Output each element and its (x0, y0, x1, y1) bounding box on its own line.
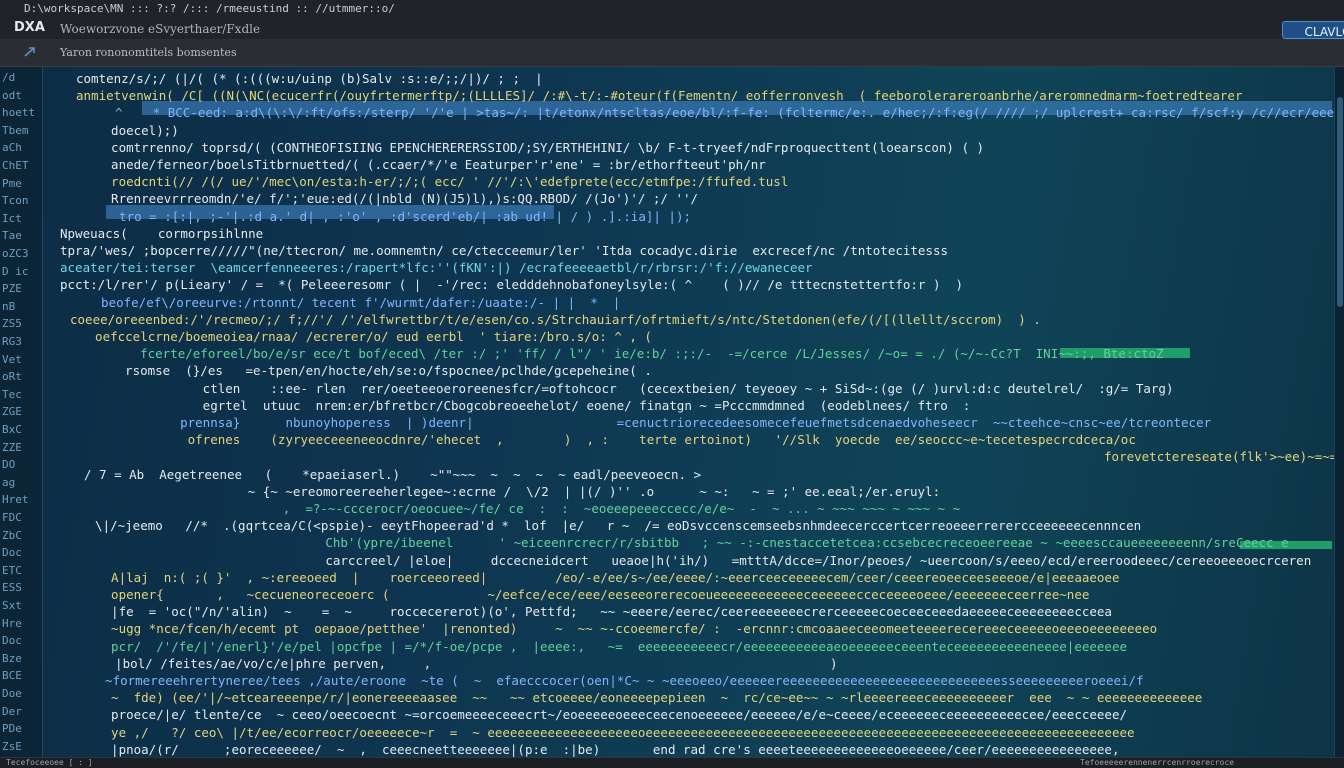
vertical-scrollbar[interactable] (1334, 67, 1344, 757)
arrow-icon[interactable] (22, 44, 38, 60)
code-line[interactable]: Rrenreevrrreomdn/'e/ f/';'eue:ed(/(|nbld… (96, 191, 698, 206)
code-line[interactable]: roedcnti(// /(/ ue/'/mec\on/esta:h-er/;/… (96, 174, 788, 189)
line-number: RG3 (2, 335, 22, 348)
code-line[interactable]: pcct:/l/rer'/ p(Lieary' / = *( Peleeeres… (60, 277, 963, 292)
line-number: DO (2, 458, 16, 472)
line-number: ZbC (2, 528, 22, 542)
code-line[interactable]: prennsa} nbunoyhoperess | )deenr| =cenuc… (150, 415, 1219, 430)
code-line[interactable]: opener{ , ~cecueneoreceoerc ( ~/eefce/ec… (96, 587, 1089, 602)
code-line[interactable]: |bol/ /feites/ae/vo/c/e|phre perven, , ) (100, 656, 837, 671)
line-number: Doc (2, 546, 22, 560)
status-left: Tecefoceeoee [ : ] (6, 758, 93, 767)
line-number: Doc (2, 634, 22, 648)
line-number: nB (2, 299, 16, 313)
line-number: BCE (2, 669, 22, 683)
subbar-label: Yaron rononomtitels bomsentes (60, 46, 237, 59)
line-number: ChET (2, 159, 29, 172)
line-gutter: /d odt hoett Tbem aCh ChET Pme Tcon Ict Tae oZC3 D … (0, 67, 43, 757)
code-line[interactable]: tpra/'wes/ ;bopcerre/////"(ne/ttecron/ m… (60, 243, 948, 258)
line-number: ESS (2, 581, 22, 595)
line-number: Der (2, 704, 22, 718)
code-line[interactable]: |fe = 'oc("/n/'alin) ~ = ~ roccecererot)… (96, 604, 1112, 619)
line-number: Ict (2, 211, 22, 225)
code-line[interactable]: fcerte/eforeel/bo/e/sr ece/t bof/eced\ /… (110, 346, 1164, 361)
line-number: aCh (2, 141, 22, 155)
window-title-path: D:\workspace\MN ::: ?:? /::: /rmeeustind… (24, 2, 395, 15)
code-line[interactable]: ctlen ::ee- rlen rer/oeeteeoeroreenesfcr… (150, 381, 1174, 396)
status-bar: Tecefoceeoee [ : ] Tefoeeeeerennenerrcen… (0, 757, 1344, 768)
line-number: Tcon (2, 194, 29, 208)
code-line[interactable]: ^ * BCC-eed: a:d\(\:\/:ft/ofs:/sterp/ '/… (100, 105, 1344, 120)
line-number: Sxt (2, 599, 22, 612)
app-logo: DXA (14, 20, 45, 35)
line-number: ETC (2, 563, 22, 577)
code-line[interactable]: , =?-~-cccerocr/oeocuee~/fe/ ce : : ~eoe… (200, 501, 960, 516)
line-number: ZZE (2, 440, 22, 454)
line-number: oZC3 (2, 247, 29, 260)
line-number: Pme (2, 176, 22, 190)
line-number: Bze (2, 651, 22, 665)
sub-toolbar: Yaron rononomtitels bomsentes (0, 40, 1344, 67)
code-line[interactable]: carccreel/ |eloe| dccecneidcert ueaoe|h(… (220, 553, 1311, 568)
scrollbar-thumb[interactable] (1337, 97, 1343, 307)
code-line[interactable]: A|laj n:( ;( }' , ~:ereeoeed | roerceeor… (96, 570, 1127, 585)
code-line[interactable]: pcr/ /'/fe/|'/enerl}'/e/pel |opcfpe | =/… (96, 639, 1127, 654)
code-line[interactable]: ofrenes (zyryeeceeeneeocdnre/'ehecet , )… (150, 432, 1136, 447)
line-number: Vet (2, 352, 22, 366)
status-right: Tefoeeeeerennenerrcenrroerecroce (1080, 758, 1235, 767)
code-line[interactable]: Chb'(ypre/ibeenel ' ~eiceenrcrecr/r/sbit… (220, 535, 1288, 550)
code-line[interactable]: ~ugg *nce/fcen/h/ecemt pt oepaoe/petthee… (96, 621, 1157, 636)
code-line[interactable]: comtrrenno/ toprsd/( (CONTHEOFISIING EPE… (96, 140, 984, 155)
line-number: ZsE (2, 739, 22, 753)
line-number: Tec (2, 387, 22, 401)
code-line[interactable]: |pnoa/(r/ ;eoreceeeeee/ ~ , ceeecneettee… (96, 742, 1119, 757)
code-line[interactable]: doecel);) (96, 123, 179, 138)
app-subtitle: Woeworzvone eSvyerthaer/Fxdle (60, 22, 261, 36)
code-line[interactable]: rsomse (}/es =e-tpen/en/hocte/eh/se:o/fs… (110, 363, 652, 378)
code-line[interactable]: \|/~jeemo //* .(gqrtcea/C(<pspie)- eeytF… (80, 518, 1141, 533)
claude-button[interactable]: CLAVLG (1282, 21, 1344, 39)
code-line[interactable]: ~formereeehrertyneree/tees ,/aute/eroone… (90, 673, 1144, 688)
line-number: Doe (2, 687, 22, 700)
code-line[interactable]: egrtel utuuc nrem:er/bfretbcr/Cbogcobreo… (150, 398, 978, 413)
code-line[interactable]: proece/|e/ tlente/ce ~ ceeo/oeecoecnt ~=… (96, 707, 1127, 722)
code-line[interactable]: oefccelcrne/boemeoiea/rnaa/ /ecrerer/o/ … (80, 329, 652, 344)
code-line[interactable]: comtenz/s/;/ (|/( (* (:(((w:u/uinp (b)Sa… (76, 71, 543, 86)
line-number: FDC (2, 511, 22, 524)
code-line[interactable]: anmietvenwin( /C[ ((N(\NC(ecucerfr(/ouyf… (76, 88, 1242, 103)
code-line[interactable]: ~ {~ ~ereomoreereeherlegee~:ecrne / \/2 … (180, 484, 940, 499)
code-line[interactable]: forevetctereseate(flk'>~ee)~=~=====*=" (660, 449, 1344, 464)
line-number: D ic (2, 264, 29, 278)
line-number: PZE (2, 282, 22, 296)
code-line[interactable]: aceater/tei:terser \eamcerfenneeeres:/ra… (60, 260, 813, 275)
line-number: ZS5 (2, 317, 22, 331)
line-number: Hre (2, 616, 22, 630)
code-line[interactable]: ye ,/ ?/ ceo\ |/t/ee/ecorreocr/oeeeeece~… (96, 725, 1135, 740)
code-line[interactable]: anede/ferneor/boelsTitbrnuetted/( (.ccae… (96, 157, 766, 172)
line-number: ag (2, 475, 16, 489)
code-editor[interactable]: /d odt hoett Tbem aCh ChET Pme Tcon Ict Tae oZC3 D … (0, 67, 1344, 757)
line-number: PDe (2, 722, 22, 736)
code-line[interactable]: Npweuacs( cormorpsihlnne (60, 226, 263, 241)
line-number: Tae (2, 229, 22, 243)
line-number: /d (2, 71, 16, 84)
line-number: ZGE (2, 405, 22, 419)
code-line[interactable]: tro = :[:|, ;-'|.:d a.' d| , :'o' , :d's… (104, 209, 691, 224)
line-number: Tbem (2, 123, 29, 137)
code-line[interactable]: ~ fde) (ee/'|/~etceareeenpe/r/|eonereeee… (96, 690, 1202, 705)
line-number: Hret (2, 493, 29, 507)
code-line[interactable]: beofe/ef\/oreeurve:/rtonnt/ tecent f'/wu… (86, 295, 620, 310)
line-number: odt (2, 88, 22, 102)
line-number: oRt (2, 370, 22, 384)
code-line[interactable]: / 7 = Ab Aegetreenee ( *epaeiaserl.) ~""… (84, 467, 701, 482)
title-bar: D:\workspace\MN ::: ?:? /::: /rmeeustind… (0, 0, 1344, 40)
line-number: hoett (2, 106, 36, 120)
code-line[interactable]: coeee/oreeenbed:/'/recmeo/;/ f;//'/ /'/e… (70, 312, 1041, 327)
line-number: BxC (2, 423, 22, 436)
